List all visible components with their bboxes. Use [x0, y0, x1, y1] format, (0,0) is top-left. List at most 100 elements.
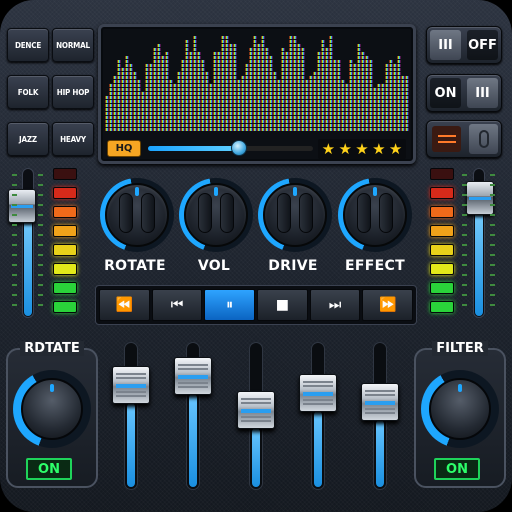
- tick-mark: [12, 194, 17, 196]
- spectrum-bar-segment: [173, 92, 177, 95]
- preset-hiphop-button[interactable]: HIP HOP: [52, 75, 94, 109]
- spectrum-bar-segment: [361, 64, 365, 67]
- spectrum-bar-segment: [141, 128, 145, 131]
- toggle-switch-off[interactable]: III OFF: [426, 26, 502, 64]
- spectrum-bar-segment: [121, 76, 125, 79]
- spectrum-bar-segment: [181, 128, 185, 131]
- spectrum-bar-segment: [193, 44, 197, 47]
- eq-band-thumb[interactable]: [112, 365, 150, 404]
- eq-band-thumb[interactable]: [237, 390, 275, 429]
- spectrum-bar-segment: [393, 72, 397, 75]
- spectrum-bar-segment: [229, 124, 233, 127]
- spectrum-bar-segment: [277, 124, 281, 127]
- spectrum-bar-segment: [357, 100, 361, 103]
- spectrum-bar-segment: [193, 88, 197, 91]
- spectrum-bar-segment: [273, 92, 277, 95]
- filter-panel-knob[interactable]: [421, 370, 499, 448]
- spectrum-bar-segment: [257, 104, 261, 107]
- spectrum-bar-segment: [213, 108, 217, 111]
- spectrum-bar-segment: [265, 104, 269, 107]
- spectrum-bar-segment: [257, 128, 261, 131]
- eq-band-thumb[interactable]: [299, 374, 337, 413]
- rotate-on-button[interactable]: ON: [26, 458, 72, 480]
- eq-band-slider[interactable]: [311, 342, 325, 490]
- rating-stars[interactable]: ★ ★ ★ ★ ★: [318, 139, 406, 159]
- vol-knob[interactable]: [179, 178, 253, 252]
- spectrum-bar-segment: [225, 120, 229, 123]
- spectrum-bar-segment: [241, 88, 245, 91]
- spectrum-bar-segment: [157, 116, 161, 119]
- eq-band-thumb[interactable]: [174, 357, 212, 396]
- spectrum-bar-segment: [201, 108, 205, 111]
- spectrum-bar-segment: [305, 104, 309, 107]
- spectrum-bar-segment: [265, 52, 269, 55]
- next-icon[interactable]: ⏭: [309, 289, 361, 321]
- preset-dence-button[interactable]: DENCE: [7, 28, 49, 62]
- spectrum-bar-segment: [181, 116, 185, 119]
- spectrum-bar-segment: [353, 108, 357, 111]
- spectrum-bar-segment: [169, 104, 173, 107]
- rewind-icon[interactable]: ⏪: [99, 289, 150, 321]
- spectrum-bar-segment: [157, 84, 161, 87]
- stop-icon[interactable]: ■: [257, 289, 308, 321]
- spectrum-bar-segment: [337, 100, 341, 103]
- previous-icon[interactable]: ⏮: [151, 289, 203, 321]
- spectrum-bar-segment: [269, 92, 273, 95]
- drive-knob[interactable]: [258, 178, 332, 252]
- tick-mark: [38, 294, 43, 296]
- spectrum-bar-segment: [269, 108, 273, 111]
- spectrum-bar-segment: [145, 124, 149, 127]
- pause-icon[interactable]: ⏸: [204, 289, 256, 321]
- spectrum-bar-segment: [353, 68, 357, 71]
- toggle-switch-slider[interactable]: [426, 120, 502, 158]
- spectrum-bar-segment: [253, 52, 257, 55]
- spectrum-bar-segment: [325, 76, 329, 79]
- preset-heavy-button[interactable]: HEAVY: [52, 122, 94, 156]
- spectrum-bar-segment: [293, 100, 297, 103]
- spectrum-bar-segment: [285, 56, 289, 59]
- toggle-switch-on[interactable]: ON III: [426, 74, 502, 112]
- eq-band-slider[interactable]: [124, 342, 138, 490]
- spectrum-bar-segment: [261, 72, 265, 75]
- spectrum-bar-segment: [289, 120, 293, 123]
- seek-bar-thumb[interactable]: [230, 140, 247, 156]
- tick-mark: [490, 224, 495, 226]
- spectrum-bar-segment: [277, 112, 281, 115]
- spectrum-bar-segment: [397, 68, 401, 71]
- right-level-thumb[interactable]: [466, 181, 494, 215]
- rotate-knob[interactable]: [100, 178, 174, 252]
- spectrum-bar-segment: [161, 108, 165, 111]
- spectrum-bar-segment: [117, 92, 121, 95]
- star-icon[interactable]: ★: [338, 141, 351, 157]
- tick-mark: [12, 224, 17, 226]
- hq-badge[interactable]: HQ: [107, 140, 141, 157]
- spectrum-bar-segment: [125, 76, 129, 79]
- spectrum-bar-segment: [389, 96, 393, 99]
- seek-bar[interactable]: [148, 140, 313, 156]
- spectrum-bar-segment: [145, 96, 149, 99]
- spectrum-bar-segment: [381, 92, 385, 95]
- spectrum-bar-segment: [289, 64, 293, 67]
- star-icon[interactable]: ★: [322, 141, 335, 157]
- fast-forward-icon[interactable]: ⏩: [362, 289, 414, 321]
- tick-mark: [12, 294, 17, 296]
- rotate-panel-knob[interactable]: [13, 370, 91, 448]
- spectrum-bar-segment: [113, 84, 117, 87]
- star-icon[interactable]: ★: [372, 141, 385, 157]
- star-icon[interactable]: ★: [389, 141, 402, 157]
- spectrum-bar-segment: [329, 116, 333, 119]
- filter-on-button[interactable]: ON: [434, 458, 480, 480]
- preset-jazz-button[interactable]: JAZZ: [7, 122, 49, 156]
- spectrum-bar-segment: [221, 60, 225, 63]
- spectrum-bar-segment: [229, 60, 233, 63]
- eq-band-thumb[interactable]: [361, 383, 399, 422]
- preset-normal-button[interactable]: NORMAL: [52, 28, 94, 62]
- spectrum-bar-segment: [237, 124, 241, 127]
- spectrum-bar-segment: [125, 72, 129, 75]
- preset-folk-button[interactable]: FOLK: [7, 75, 49, 109]
- tick-mark: [12, 264, 17, 266]
- spectrum-bar-segment: [233, 80, 237, 83]
- effect-knob[interactable]: [338, 178, 412, 252]
- star-icon[interactable]: ★: [355, 141, 368, 157]
- spectrum-bar-segment: [397, 116, 401, 119]
